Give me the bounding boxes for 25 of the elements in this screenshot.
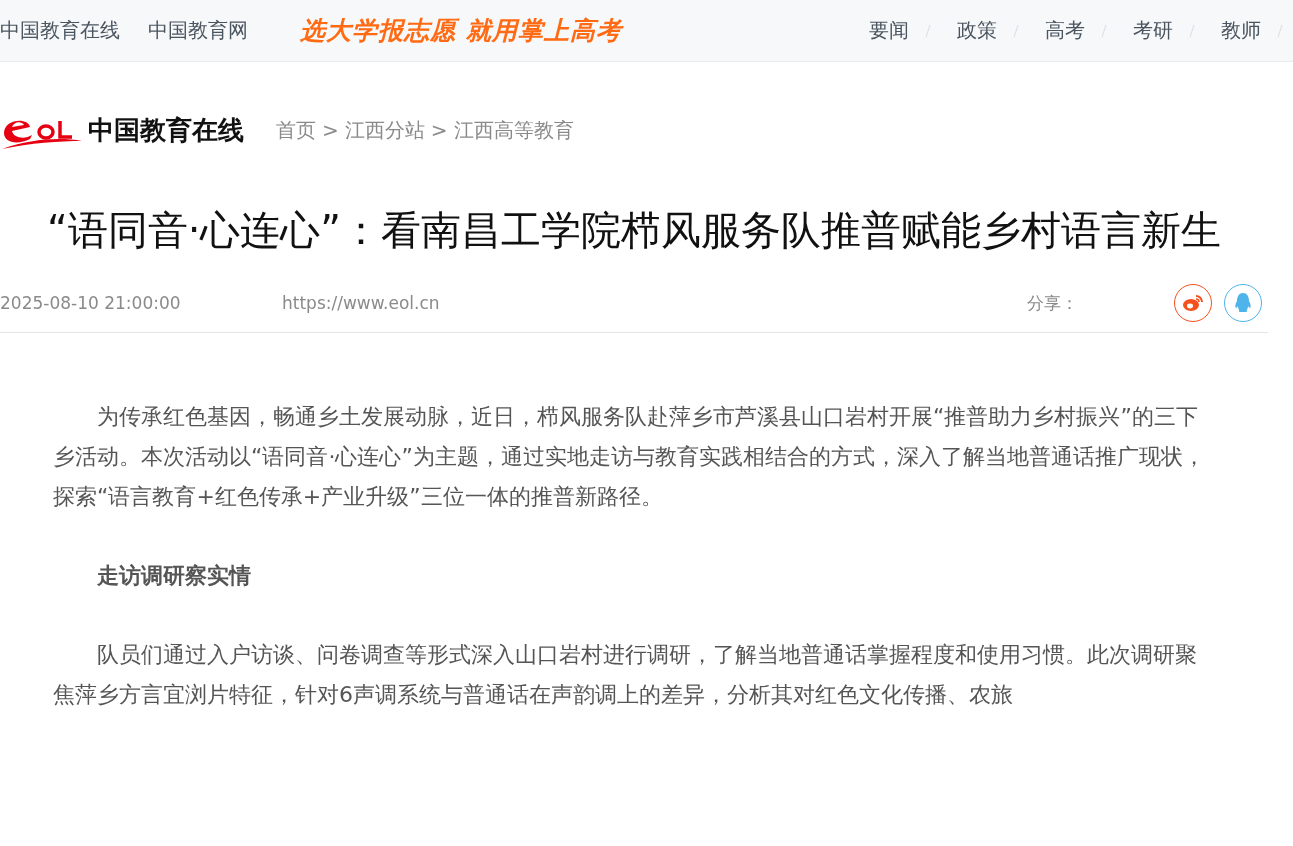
nav-link[interactable]: 要闻 — [869, 17, 909, 44]
share-label: 分享： — [1027, 291, 1078, 315]
nav-link[interactable]: 政策 — [957, 17, 997, 44]
divider-slash-icon — [1101, 23, 1107, 38]
top-link[interactable]: 中国教育在线 — [0, 17, 120, 44]
divider-slash-icon — [925, 23, 931, 38]
section-heading: 走访调研察实情 — [96, 562, 252, 590]
source-url: https://www.eol.cn — [282, 293, 441, 313]
nav-link[interactable]: 教师 — [1221, 17, 1261, 44]
weibo-share-button[interactable] — [1174, 284, 1212, 322]
article-paragraph: 队员们通过入户访谈、问卷调查等形式深入山口岩村进行调研，了解当地普通话掌握程度和使用习惯。此次调研聚焦萍乡方言宜浏片特征，针对6声调系统与普通话在声韵调上的差异，分析其对红色文化传播、农旅 — [53, 641, 1198, 709]
article-paragraph: 为传承红色基因，畅通乡土发展动脉，近日，栉风服务队赴萍乡市芦溪县山口岩村开展“推普助力乡村振兴”的三下乡活动。本次活动以“语同音·心连心”为主题，通过实地走访与教育实践相结合的方式，深入了解当地普通话推广现状，探索“语言教育+红色传承+产业升级”三位一体的推普新路径。 — [53, 403, 1206, 511]
nav-link[interactable]: 考研 — [1133, 17, 1173, 44]
article-title: “语同音·心连心”：看南昌工学院栉风服务队推普赋能乡村语言新生 — [45, 206, 1223, 255]
divider-slash-icon — [1277, 23, 1283, 38]
breadcrumb-separator: > — [430, 118, 448, 142]
nav-link[interactable]: 高考 — [1045, 17, 1085, 44]
divider-slash-icon — [1189, 23, 1195, 38]
qq-share-button[interactable] — [1224, 284, 1262, 322]
site-name: 中国教育在线 — [88, 113, 244, 147]
divider-slash-icon — [1013, 23, 1019, 38]
penguin-icon — [1234, 292, 1252, 314]
top-link[interactable]: 中国教育网 — [148, 17, 248, 44]
publish-date: 2025-08-10 21:00:00 — [0, 293, 182, 313]
breadcrumb-separator: > — [322, 118, 339, 142]
